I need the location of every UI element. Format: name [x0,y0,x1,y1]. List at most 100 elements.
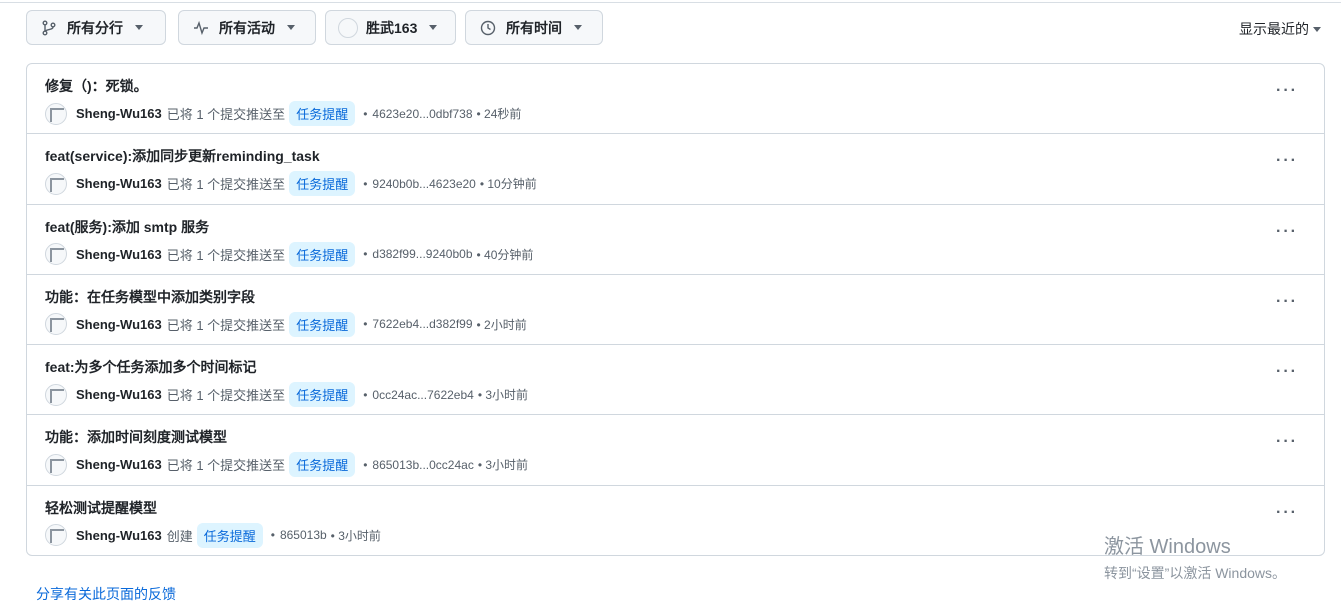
user-link[interactable]: Sheng-Wu163 [76,317,162,332]
chevron-down-icon [574,25,582,30]
action-text: 已将 1 个提交推送至 [166,247,286,263]
more-options-icon[interactable]: ··· [1276,293,1298,311]
activity-list: 修复（)：死锁。 Sheng-Wu163 已将 1 个提交推送至 任务提醒 • … [26,63,1325,556]
commit-title[interactable]: feat:为多个任务添加多个时间标记 [45,357,257,377]
feedback-link[interactable]: 分享有关此页面的反馈 [36,584,176,604]
action-text: 已将 1 个提交推送至 [166,317,286,333]
chevron-down-icon [287,25,295,30]
action-text: 已将 1 个提交推送至 [166,107,286,122]
commit-range-link[interactable]: 9240b0b...4623e20 [372,177,475,191]
commit-range-link[interactable]: 0cc24ac...7622eb4 [372,388,473,402]
separator-dot: • [363,457,368,472]
activity-row: feat(service):添加同步更新reminding_task Sheng… [27,134,1324,205]
activity-row: feat:为多个任务添加多个时间标记 Sheng-Wu163 已将 1 个提交推… [27,345,1324,416]
branch-badge[interactable]: 任务提醒 [289,452,356,478]
more-options-icon[interactable]: ··· [1276,82,1298,100]
branch-badge[interactable]: 任务提醒 [289,171,356,197]
sort-dropdown[interactable]: 显示最近的 [1239,19,1321,39]
user-avatar[interactable] [45,524,67,547]
relative-time: • 3小时前 [477,458,529,473]
more-options-icon[interactable]: ··· [1276,223,1298,241]
separator-dot: • [363,247,368,262]
activity-row: 修复（)：死锁。 Sheng-Wu163 已将 1 个提交推送至 任务提醒 • … [27,64,1324,135]
relative-time: • 24秒前 [476,107,522,121]
commit-range-link[interactable]: 7622eb4...d382f99 [372,317,472,331]
user-avatar[interactable] [45,102,67,125]
relative-time: • 2小时前 [476,317,527,332]
time-filter-button[interactable]: 所有时间 [465,10,603,45]
separator-dot: • [363,176,368,191]
activity-meta: Sheng-Wu163 已将 1 个提交推送至 任务提醒 • 0cc24ac..… [45,382,529,408]
clock-icon [480,20,496,35]
commit-range-link[interactable]: 4623e20...0dbf738 [372,107,472,121]
branch-badge[interactable]: 任务提醒 [289,382,356,408]
user-avatar [338,17,358,38]
commit-range-link[interactable]: 865013b...0cc24ac [372,458,473,472]
user-avatar[interactable] [45,383,67,406]
chevron-down-icon [1313,26,1321,32]
filter-bar: 所有分行 所有活动 胜武163 所有时间 显示最近的 [26,10,1321,45]
activity-row: feat(服务):添加 smtp 服务 Sheng-Wu163 已将 1 个提交… [27,205,1324,275]
relative-time: • 3小时前 [477,388,529,403]
relative-time: • 3小时前 [330,528,381,543]
user-avatar[interactable] [45,313,67,336]
branch-badge[interactable]: 任务提醒 [196,522,263,548]
watermark-subtitle: 转到“设置”以激活 Windows。 [1104,565,1287,581]
more-options-icon[interactable]: ··· [1276,152,1298,170]
branches-filter-button[interactable]: 所有分行 [26,10,166,45]
chevron-down-icon [135,25,143,30]
branch-badge[interactable]: 任务提醒 [289,241,356,267]
action-text: 已将 1 个提交推送至 [166,388,286,404]
activity-meta: Sheng-Wu163 已将 1 个提交推送至 任务提醒 • 865013b..… [45,452,529,478]
user-filter-label: 胜武163 [366,19,418,36]
user-link[interactable]: Sheng-Wu163 [76,387,162,402]
separator-dot: • [363,387,368,402]
commit-title[interactable]: 轻松测试提醒模型 [45,498,157,518]
more-options-icon[interactable]: ··· [1276,433,1298,451]
commit-title[interactable]: 功能：在任务模型中添加类别字段 [45,287,255,307]
commit-title[interactable]: 功能：添加时间刻度测试模型 [45,427,227,447]
activity-filter-label: 所有活动 [219,19,275,36]
activity-meta: Sheng-Wu163 创建 任务提醒 • 865013b • 3小时前 [45,522,381,548]
commit-title[interactable]: feat(service):添加同步更新reminding_task [45,146,320,166]
commit-title[interactable]: feat(服务):添加 smtp 服务 [45,217,209,237]
more-options-icon[interactable]: ··· [1276,504,1298,522]
windows-activation-watermark: 激活 Windows 转到“设置”以激活 Windows。 [1104,530,1286,583]
user-avatar[interactable] [45,243,67,266]
top-divider [0,2,1341,3]
more-options-icon[interactable]: ··· [1276,363,1298,381]
user-avatar[interactable] [45,453,67,476]
activity-row: 功能：在任务模型中添加类别字段 Sheng-Wu163 已将 1 个提交推送至 … [27,275,1324,346]
user-link[interactable]: Sheng-Wu163 [76,106,162,121]
user-link[interactable]: Sheng-Wu163 [76,528,162,543]
separator-dot: • [270,528,275,543]
branch-badge[interactable]: 任务提醒 [289,101,356,126]
action-text: 已将 1 个提交推送至 [166,177,286,193]
activity-meta: Sheng-Wu163 已将 1 个提交推送至 任务提醒 • 9240b0b..… [45,171,537,197]
branch-icon [42,20,56,35]
relative-time: • 10分钟前 [479,177,537,192]
chevron-down-icon [429,25,438,30]
commit-title[interactable]: 修复（)：死锁。 [45,76,148,96]
user-link[interactable]: Sheng-Wu163 [76,457,162,472]
commit-link[interactable]: 865013b [280,528,327,542]
user-filter-button[interactable]: 胜武163 [325,10,456,45]
time-filter-label: 所有时间 [506,19,562,36]
pulse-icon [194,20,208,35]
separator-dot: • [363,317,368,332]
activity-meta: Sheng-Wu163 已将 1 个提交推送至 任务提醒 • d382f99..… [45,241,534,267]
action-text: 创建 [166,528,193,544]
user-avatar[interactable] [45,172,67,195]
activity-meta: Sheng-Wu163 已将 1 个提交推送至 任务提醒 • 7622eb4..… [45,311,527,337]
relative-time: • 40分钟前 [476,247,534,262]
user-link[interactable]: Sheng-Wu163 [76,247,162,262]
sort-label: 显示最近的 [1239,21,1309,37]
commit-range-link[interactable]: d382f99...9240b0b [372,247,472,261]
activity-meta: Sheng-Wu163 已将 1 个提交推送至 任务提醒 • 4623e20..… [45,101,521,126]
user-link[interactable]: Sheng-Wu163 [76,176,162,191]
separator-dot: • [363,106,368,121]
action-text: 已将 1 个提交推送至 [166,458,286,474]
branch-badge[interactable]: 任务提醒 [289,311,356,337]
branches-filter-label: 所有分行 [67,19,123,36]
activity-filter-button[interactable]: 所有活动 [178,10,316,45]
